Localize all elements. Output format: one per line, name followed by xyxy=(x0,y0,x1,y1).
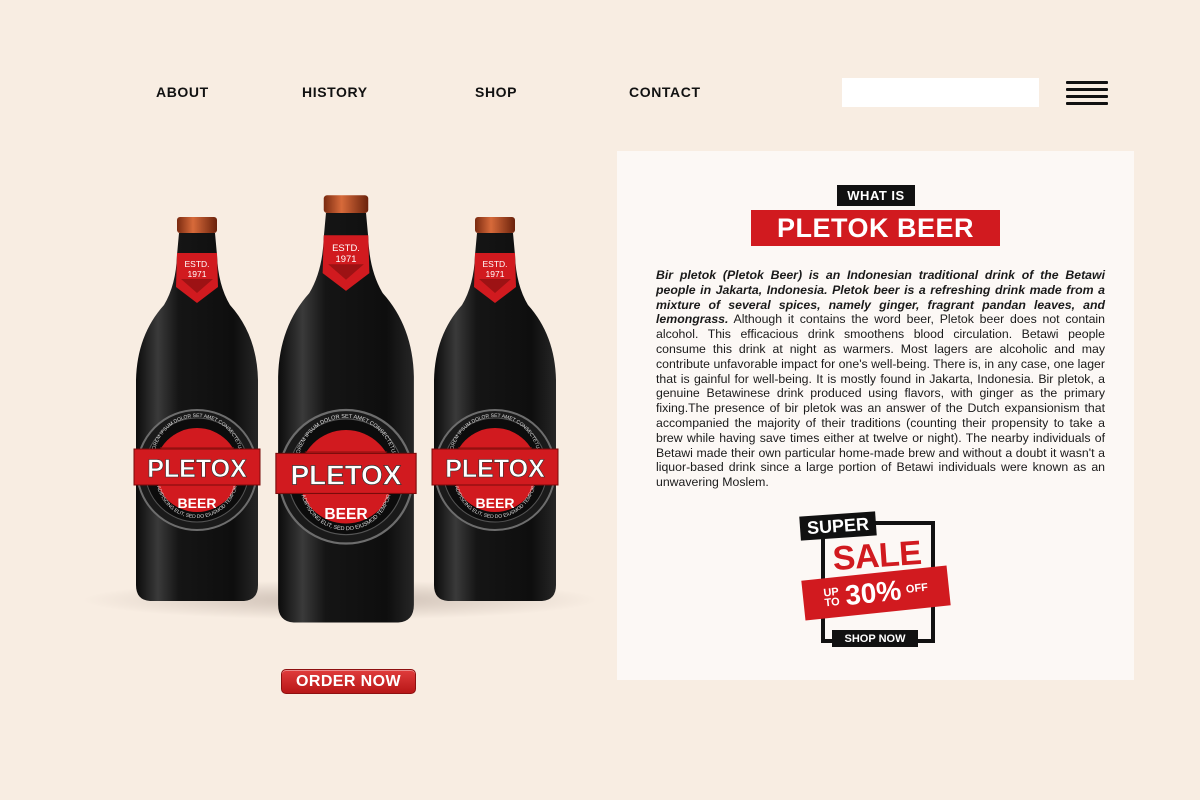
brand-name: PLETOX xyxy=(445,455,545,483)
sale-off: OFF xyxy=(905,581,929,596)
neck-year: 1971 xyxy=(336,254,357,265)
neck-estd: ESTD. xyxy=(482,259,507,269)
bottle-cap xyxy=(475,217,515,233)
search-box[interactable] xyxy=(842,78,1040,107)
product-title: PLETOK BEER xyxy=(751,210,1000,246)
sale-upto: UP TO xyxy=(823,586,841,610)
nav-shop[interactable]: SHOP xyxy=(475,84,517,100)
description-body: Although it contains the word beer, Plet… xyxy=(656,312,1105,490)
sale-badge[interactable]: SUPER SALE UP TO 30% OFF SHOP NOW xyxy=(797,511,957,651)
what-is-label: WHAT IS xyxy=(837,185,915,206)
nav-history[interactable]: HISTORY xyxy=(302,84,368,100)
sale-to: TO xyxy=(824,595,841,610)
shop-now-button[interactable]: SHOP NOW xyxy=(832,630,918,647)
hamburger-icon[interactable] xyxy=(1066,81,1108,105)
sale-percent: 30% xyxy=(843,574,903,612)
neck-year: 1971 xyxy=(486,269,505,279)
brand-type: BEER xyxy=(178,495,217,511)
product-description: Bir pletok (Pletok Beer) is an Indonesia… xyxy=(656,268,1105,490)
search-input[interactable] xyxy=(864,78,1040,107)
neck-estd: ESTD. xyxy=(184,259,209,269)
nav-about[interactable]: ABOUT xyxy=(156,84,209,100)
bottle-right: ESTD. 1971 LOREM IPSUM DOLOR SET AMET CO… xyxy=(431,217,559,601)
brand-name: PLETOX xyxy=(147,455,247,483)
brand-name: PLETOX xyxy=(291,460,402,491)
neck-year: 1971 xyxy=(188,269,207,279)
product-bottles: ESTD. 1971 LOREM IPSUM DOLOR SET AMET CO… xyxy=(70,185,610,645)
bottle-left: ESTD. 1971 LOREM IPSUM DOLOR SET AMET CO… xyxy=(133,217,261,601)
bottle-cap xyxy=(323,195,369,214)
neck-estd: ESTD. xyxy=(332,243,360,254)
bottle-cap xyxy=(177,217,217,233)
order-now-button[interactable]: ORDER NOW xyxy=(281,669,416,694)
nav-contact[interactable]: CONTACT xyxy=(629,84,701,100)
brand-type: BEER xyxy=(476,495,515,511)
brand-type: BEER xyxy=(324,506,367,523)
info-panel: WHAT IS PLETOK BEER Bir pletok (Pletok B… xyxy=(617,151,1134,680)
bottle-center: ESTD. 1971 LOREM IPSUM DOLOR SET AMET CO… xyxy=(275,195,417,623)
